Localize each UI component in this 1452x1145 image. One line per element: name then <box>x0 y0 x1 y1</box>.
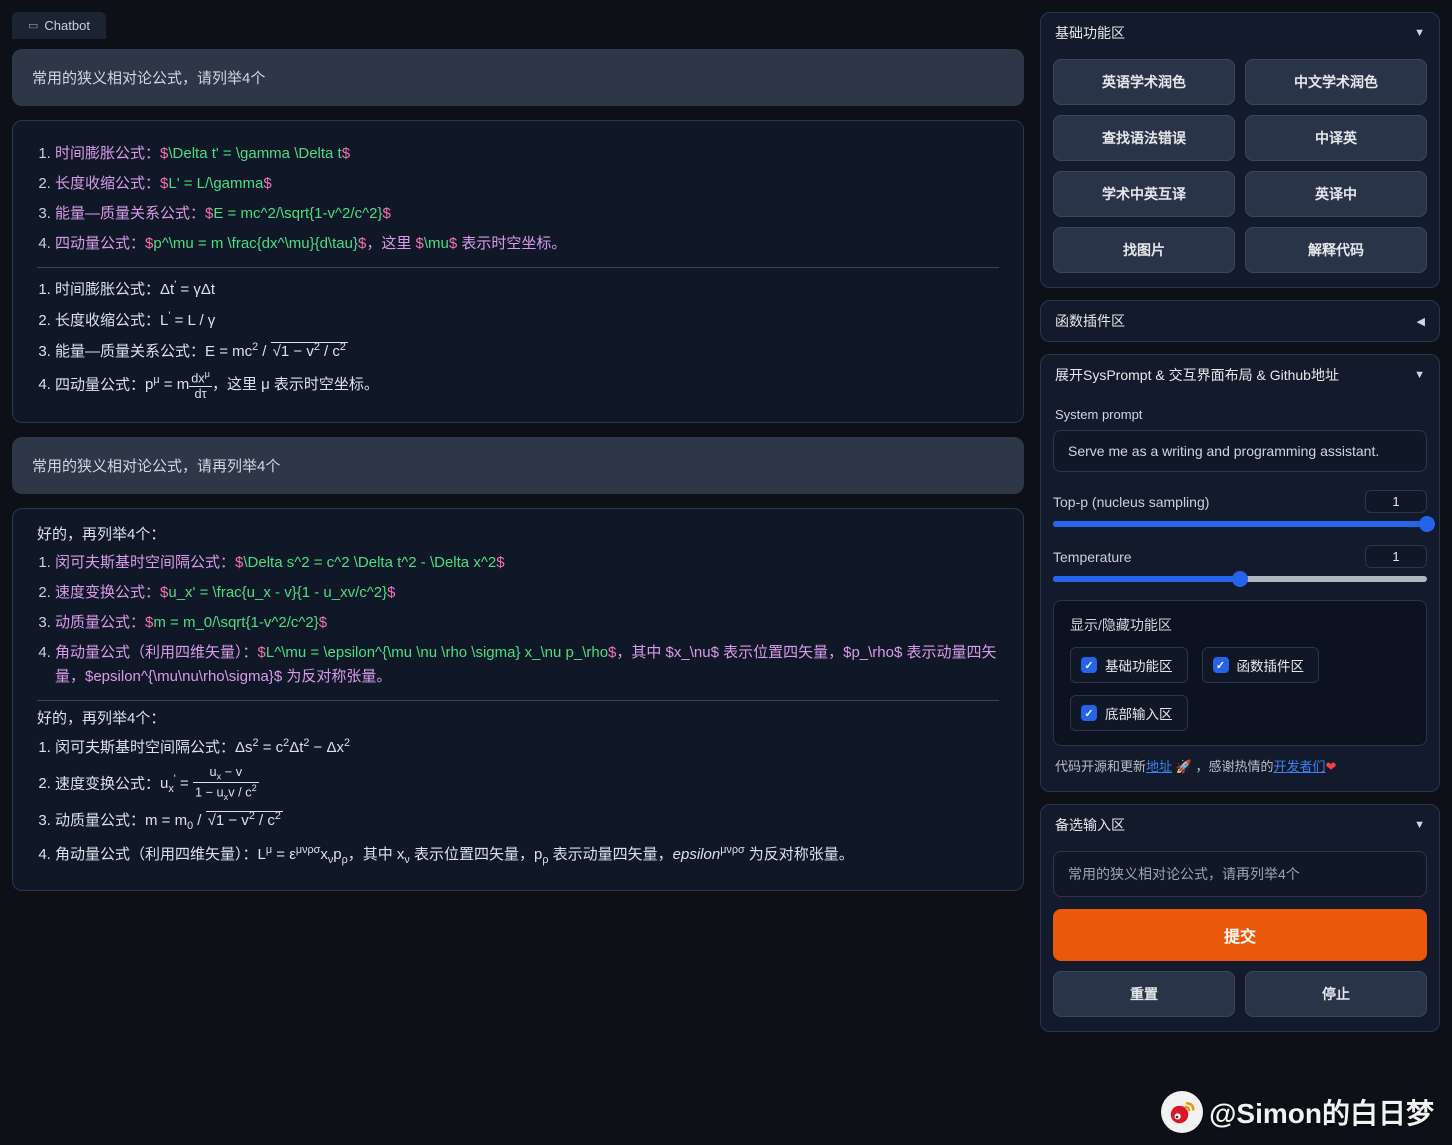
system-prompt-label: System prompt <box>1055 407 1425 422</box>
fn-en-to-zh[interactable]: 英译中 <box>1245 171 1427 217</box>
temperature-label: Temperature <box>1053 549 1132 565</box>
topp-value[interactable]: 1 <box>1365 490 1427 513</box>
system-prompt-input[interactable]: Serve me as a writing and programming as… <box>1053 430 1427 472</box>
panel-alt-input-header[interactable]: 备选输入区 ▼ <box>1041 805 1439 845</box>
user-message-text: 常用的狭义相对论公式，请再列举4个 <box>32 458 280 475</box>
panel-basic-functions: 基础功能区 ▼ 英语学术润色 中文学术润色 查找语法错误 中译英 学术中英互译 … <box>1040 12 1440 288</box>
chat-area: 常用的狭义相对论公式，请列举4个 时间膨胀公式：$\Delta t' = \ga… <box>12 49 1024 1133</box>
fn-chinese-polish[interactable]: 中文学术润色 <box>1245 59 1427 105</box>
chevron-down-icon: ▼ <box>1414 27 1425 39</box>
panel-expand-header[interactable]: 展开SysPrompt & 交互界面布局 & Github地址 ▼ <box>1041 355 1439 395</box>
toggle-basic[interactable]: ✓ 基础功能区 <box>1070 647 1188 683</box>
checkbox-checked-icon: ✓ <box>1081 705 1097 721</box>
bot-rendered-list: 时间膨胀公式：Δt' = γΔt 长度收缩公式：L' = L / γ 能量—质量… <box>55 274 999 404</box>
chevron-down-icon: ▼ <box>1414 369 1425 381</box>
topp-slider[interactable] <box>1053 521 1427 527</box>
panel-basic-header[interactable]: 基础功能区 ▼ <box>1041 13 1439 53</box>
fn-academic-translate[interactable]: 学术中英互译 <box>1053 171 1235 217</box>
temperature-slider[interactable] <box>1053 576 1427 582</box>
panel-plugin: 函数插件区 ◀ <box>1040 300 1440 342</box>
temperature-value[interactable]: 1 <box>1365 545 1427 568</box>
topp-label: Top-p (nucleus sampling) <box>1053 494 1209 510</box>
tab-label: Chatbot <box>44 18 90 33</box>
panel-plugin-header[interactable]: 函数插件区 ◀ <box>1041 301 1439 341</box>
chat-icon: ▭ <box>28 19 38 32</box>
fn-find-image[interactable]: 找图片 <box>1053 227 1235 273</box>
chevron-down-icon: ▼ <box>1414 819 1425 831</box>
devs-link[interactable]: 开发者们 <box>1273 759 1325 774</box>
user-message: 常用的狭义相对论公式，请再列举4个 <box>12 437 1024 494</box>
user-message: 常用的狭义相对论公式，请列举4个 <box>12 49 1024 106</box>
fn-english-polish[interactable]: 英语学术润色 <box>1053 59 1235 105</box>
bot-raw-list: 闵可夫斯基时空间隔公式：$\Delta s^2 = c^2 \Delta t^2… <box>55 548 999 692</box>
source-link[interactable]: 地址 <box>1146 759 1172 774</box>
fn-explain-code[interactable]: 解释代码 <box>1245 227 1427 273</box>
user-message-text: 常用的狭义相对论公式，请列举4个 <box>32 70 265 87</box>
toggle-bottom-input[interactable]: ✓ 底部输入区 <box>1070 695 1188 731</box>
heart-icon: ❤ <box>1326 759 1337 774</box>
fn-zh-to-en[interactable]: 中译英 <box>1245 115 1427 161</box>
rocket-icon: 🚀 <box>1176 759 1192 774</box>
reset-button[interactable]: 重置 <box>1053 971 1235 1017</box>
chevron-left-icon: ◀ <box>1417 315 1425 328</box>
stop-button[interactable]: 停止 <box>1245 971 1427 1017</box>
submit-button[interactable]: 提交 <box>1053 909 1427 961</box>
visibility-toggle-group: 显示/隐藏功能区 ✓ 基础功能区 ✓ 函数插件区 ✓ 底部输入区 <box>1053 600 1427 746</box>
bot-message: 时间膨胀公式：$\Delta t' = \gamma \Delta t$ 长度收… <box>12 120 1024 423</box>
checkbox-checked-icon: ✓ <box>1081 657 1097 673</box>
fn-grammar-check[interactable]: 查找语法错误 <box>1053 115 1235 161</box>
bot-rendered-list: 闵可夫斯基时空间隔公式：Δs2 = c2Δt2 − Δx2 速度变换公式：ux'… <box>55 732 999 872</box>
tab-chatbot[interactable]: ▭ Chatbot <box>12 12 106 39</box>
alt-input-field[interactable]: 常用的狭义相对论公式，请再列举4个 <box>1053 851 1427 897</box>
credit-line: 代码开源和更新地址 🚀 ，感谢热情的开发者们❤ <box>1053 746 1427 777</box>
toggle-plugin[interactable]: ✓ 函数插件区 <box>1202 647 1320 683</box>
panel-alt-input: 备选输入区 ▼ 常用的狭义相对论公式，请再列举4个 提交 重置 停止 <box>1040 804 1440 1032</box>
panel-expand-settings: 展开SysPrompt & 交互界面布局 & Github地址 ▼ System… <box>1040 354 1440 792</box>
bot-message: 好的，再列举4个： 闵可夫斯基时空间隔公式：$\Delta s^2 = c^2 … <box>12 508 1024 891</box>
bot-raw-list: 时间膨胀公式：$\Delta t' = \gamma \Delta t$ 长度收… <box>55 139 999 259</box>
checkbox-checked-icon: ✓ <box>1213 657 1229 673</box>
